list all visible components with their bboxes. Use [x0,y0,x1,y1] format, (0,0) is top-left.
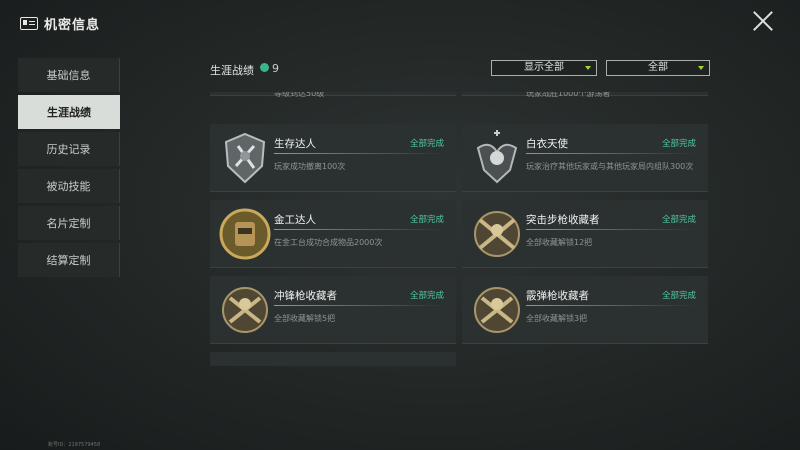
achievement-status: 全部完成 [409,215,444,225]
id-card-icon [20,16,38,30]
category-filter-value: 全部 [648,62,668,73]
achievement-count: 9 [272,62,279,75]
progress-line [526,305,696,306]
sidebar-item-basic-info[interactable]: 基础信息 [18,58,120,92]
chevron-down-icon [585,66,591,70]
achievement-desc: 等级到达50级 [274,92,325,98]
achievement-card[interactable]: 玩家战胜1000个游荡者 [462,92,708,98]
achievement-status: 全部完成 [409,139,444,149]
achievement-name: 冲锋枪收藏者 [274,290,337,302]
progress-line [526,229,696,230]
achievement-desc: 全部收藏解锁3把 [526,314,588,323]
achievement-card[interactable]: 等级到达50级 [210,92,456,98]
angel-badge-icon [476,130,518,184]
achievement-desc: 玩家战胜1000个游荡者 [526,92,611,98]
progress-line [274,229,444,230]
achievement-card-rifle-collector[interactable]: 突击步枪收藏者 全部完成 全部收藏解锁12把 [462,200,708,268]
wanderer-badge-icon [470,92,524,96]
achievement-status: 全部完成 [661,215,696,225]
sidebar: 基础信息 生涯战绩 历史记录 被动技能 名片定制 结算定制 [18,58,120,280]
sidebar-item-card-custom[interactable]: 名片定制 [18,206,120,240]
achievement-desc: 全部收藏解锁12把 [526,238,593,247]
achievement-name: 霰弹枪收藏者 [526,290,589,302]
achievement-name: 白衣天使 [526,138,568,150]
survival-shield-badge-icon [224,132,266,184]
achievement-desc: 全部收藏解锁5把 [274,314,336,323]
smg-badge-icon [222,287,268,333]
rifle-badge-icon [474,211,520,257]
progress-line [274,153,444,154]
achievement-card[interactable] [210,352,456,366]
metalwork-helmet-badge-icon [219,208,271,260]
achievement-desc: 在金工台成功合成物品2000次 [274,238,383,247]
achievement-status: 全部完成 [661,291,696,301]
achievement-status: 全部完成 [409,291,444,301]
shotgun-badge-icon [474,287,520,333]
display-filter-value: 显示全部 [524,62,564,73]
achievement-card-smg-collector[interactable]: 冲锋枪收藏者 全部完成 全部收藏解锁5把 [210,276,456,344]
close-icon[interactable] [752,10,774,32]
section-title: 生涯战绩 [210,64,254,77]
window-title: 机密信息 [44,17,101,33]
achievement-count-icon [260,63,269,72]
sidebar-item-career-record[interactable]: 生涯战绩 [18,95,120,129]
window-header: 机密信息 [20,12,100,34]
achievement-name: 金工达人 [274,214,316,226]
achievement-desc: 玩家成功撤离100次 [274,162,346,171]
collector-badge-icon [218,358,272,366]
account-id: 账号ID：2197579458 [48,442,101,448]
achievement-card-survival[interactable]: 生存达人 全部完成 玩家成功撤离100次 [210,124,456,192]
achievement-status: 全部完成 [661,139,696,149]
chevron-down-icon [698,66,704,70]
achievement-card-angel[interactable]: 白衣天使 全部完成 玩家治疗其他玩家或与其他玩家局内组队300次 [462,124,708,192]
progress-line [274,305,444,306]
sidebar-item-passive-skills[interactable]: 被动技能 [18,169,120,203]
achievement-grid: 等级到达50级 玩家战胜1000个游荡者 生存达人 全部完成 玩家成功撤离100… [208,92,708,366]
sidebar-item-history[interactable]: 历史记录 [18,132,120,166]
category-filter-dropdown[interactable]: 全部 [606,60,710,76]
achievement-card-shotgun-collector[interactable]: 霰弹枪收藏者 全部完成 全部收藏解锁3把 [462,276,708,344]
achievement-name: 生存达人 [274,138,316,150]
display-filter-dropdown[interactable]: 显示全部 [491,60,597,76]
achievement-name: 突击步枪收藏者 [526,214,600,226]
achievement-desc: 玩家治疗其他玩家或与其他玩家局内组队300次 [526,162,694,171]
progress-line [526,153,696,154]
level-badge-icon [218,92,272,96]
achievement-card-metalwork[interactable]: 金工达人 全部完成 在金工台成功合成物品2000次 [210,200,456,268]
sidebar-item-settlement-custom[interactable]: 结算定制 [18,243,120,277]
section-header: 生涯战绩 9 显示全部 全部 [210,60,710,78]
